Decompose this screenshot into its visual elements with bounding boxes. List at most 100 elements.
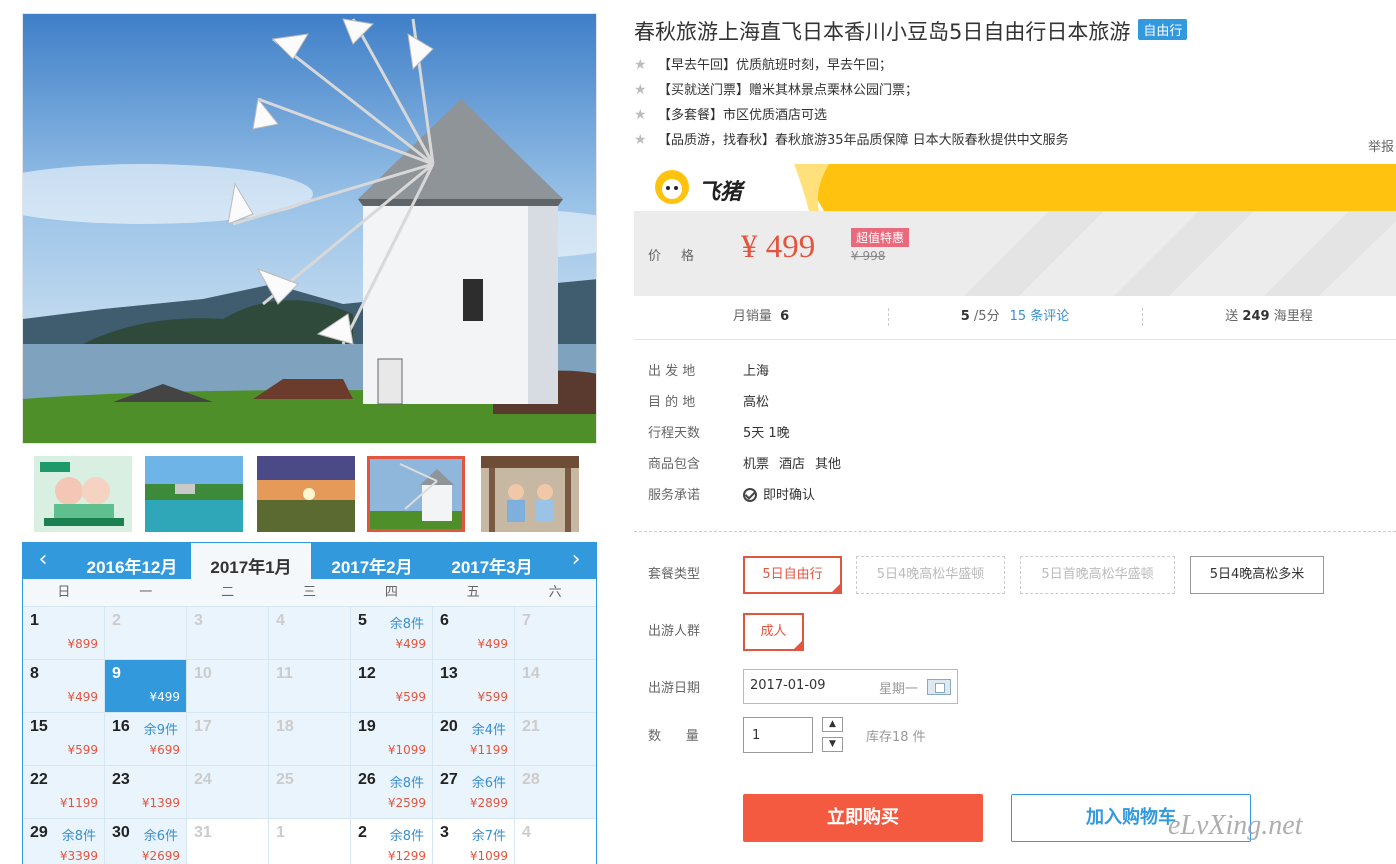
star-icon: ★: [634, 82, 647, 98]
calendar-day[interactable]: 22 ¥1199: [23, 766, 105, 819]
calendar-day: 31: [187, 819, 269, 864]
calendar-day[interactable]: 20 余4件 ¥1199: [433, 713, 515, 766]
includes-label: 商品包含: [648, 457, 701, 472]
calendar-day[interactable]: 16 余9件 ¥699: [105, 713, 187, 766]
calendar-tab-2017-01[interactable]: 2017年1月: [191, 543, 311, 579]
thumbnail-3[interactable]: [257, 456, 355, 532]
thumbnail-4[interactable]: [367, 456, 465, 532]
calendar-day[interactable]: 12 ¥599: [351, 660, 433, 713]
calendar-day[interactable]: 29 余8件 ¥3399: [23, 819, 105, 864]
calendar-day[interactable]: 13 ¥599: [433, 660, 515, 713]
brand-banner-graphic: [655, 164, 1396, 211]
info-row-days: 行程天数 5天 1晚: [648, 422, 841, 453]
calendar-day: 18: [269, 713, 351, 766]
feature-text: 【买就送门票】赠米其林景点栗林公园门票；: [658, 83, 919, 98]
info-row-dest: 目 的 地 高松: [648, 391, 841, 422]
reviews-link[interactable]: 15 条评论: [1010, 309, 1070, 324]
calendar-tab-2017-02[interactable]: 2017年2月: [313, 543, 431, 579]
brand-name: 飞猪: [698, 180, 743, 205]
calendar-day-number: 19: [358, 718, 376, 735]
calendar-tab-2016-12[interactable]: 2016年12月: [73, 543, 191, 579]
calendar-day-price: ¥899: [67, 637, 98, 651]
crowd-option-adult[interactable]: 成人: [743, 613, 804, 651]
calendar-day-price: ¥499: [395, 637, 426, 651]
calendar-day-price: ¥1399: [141, 796, 180, 810]
package-option-3[interactable]: 5日首晚高松华盛顿: [1020, 556, 1175, 594]
calendar-day-number: 8: [30, 665, 39, 682]
miles-reward: 送 249 海里程: [1142, 296, 1396, 339]
quantity-decrease-button[interactable]: ▼: [822, 737, 843, 752]
calendar-day-number: 6: [440, 612, 449, 629]
calendar-day: 11: [269, 660, 351, 713]
calendar-day-price: ¥1199: [469, 743, 508, 757]
calendar-day-number: 16: [112, 718, 130, 735]
calendar-day-selected[interactable]: 9 ¥499: [105, 660, 187, 713]
info-row-service: 服务承诺 即时确认: [648, 484, 841, 515]
calendar-icon[interactable]: [927, 679, 951, 695]
calendar-day-stock: 余8件: [389, 829, 424, 844]
package-option-2[interactable]: 5日4晚高松华盛顿: [856, 556, 1005, 594]
calendar-day[interactable]: 5 余8件 ¥499: [351, 607, 433, 660]
calendar-day[interactable]: 26 余8件 ¥2599: [351, 766, 433, 819]
calendar-day-number: 4: [276, 612, 285, 629]
days-value: 5天 1晚: [743, 426, 790, 441]
calendar-tab-2017-03[interactable]: 2017年3月: [433, 543, 551, 579]
calendar-day-number: 3: [440, 824, 449, 841]
package-option-1[interactable]: 5日自由行: [743, 556, 842, 594]
calendar-day[interactable]: 2 余8件 ¥1299: [351, 819, 433, 864]
calendar-day[interactable]: 6 ¥499: [433, 607, 515, 660]
calendar-day-number: 5: [358, 612, 367, 629]
report-link[interactable]: 举报: [1368, 136, 1394, 155]
thumbnail-1[interactable]: [34, 456, 132, 532]
calendar-day-number: 22: [30, 771, 48, 788]
calendar-day[interactable]: 15 ¥599: [23, 713, 105, 766]
calendar-day-number: 15: [30, 718, 48, 735]
calendar-day: 4: [269, 607, 351, 660]
product-type-badge: 自由行: [1138, 19, 1188, 40]
travel-date-picker[interactable]: 2017-01-09 星期一: [743, 669, 958, 704]
service-value: 即时确认: [743, 488, 815, 503]
calendar-day[interactable]: 8 ¥499: [23, 660, 105, 713]
miles-prefix: 送: [1225, 309, 1239, 324]
package-option-4[interactable]: 5日4晚高松多米: [1190, 556, 1324, 594]
buy-now-button[interactable]: 立即购买: [743, 794, 983, 842]
calendar-day: 17: [187, 713, 269, 766]
thumbnail-2[interactable]: [145, 456, 243, 532]
calendar-day-price: ¥1099: [387, 743, 426, 757]
calendar-day-number: 21: [522, 718, 540, 735]
quantity-increase-button[interactable]: ▲: [822, 717, 843, 732]
calendar-day-number: 11: [276, 665, 293, 682]
calendar-day-stock: 余9件: [143, 723, 178, 738]
calendar-day-number: 14: [522, 665, 540, 682]
calendar-day-price: ¥599: [67, 743, 98, 757]
calendar-day-price: ¥2699: [141, 849, 180, 863]
calendar-day-number: 13: [440, 665, 458, 682]
rating: 5 /5分 15 条评论: [888, 296, 1142, 339]
rating-suffix: /5分: [973, 309, 1000, 324]
calendar-day-price: ¥599: [395, 690, 426, 704]
calendar-day-stock: 余7件: [471, 829, 506, 844]
calendar-day[interactable]: 19 ¥1099: [351, 713, 433, 766]
feature-item: ★ 【买就送门票】赠米其林景点栗林公园门票；: [634, 80, 1374, 105]
calendar-day[interactable]: 30 余6件 ¥2699: [105, 819, 187, 864]
package-type-label: 套餐类型: [648, 567, 701, 582]
calendar-day[interactable]: 23 ¥1399: [105, 766, 187, 819]
main-photo-windmill: [22, 13, 597, 444]
quantity-input[interactable]: [743, 717, 813, 753]
weekday-mon: 一: [139, 585, 153, 600]
calendar-day-number: 1: [30, 612, 39, 629]
calendar-day-price: ¥1199: [59, 796, 98, 810]
watermark: eLvXing.net: [1168, 810, 1303, 841]
calendar-day-number: 24: [194, 771, 212, 788]
star-icon: ★: [634, 107, 647, 123]
calendar-day[interactable]: 1 ¥899: [23, 607, 105, 660]
departure-calendar: ‹ 2016年12月 2017年1月 2017年2月 2017年3月 › 日 一…: [22, 542, 597, 864]
calendar-prev-arrow-icon[interactable]: ‹: [23, 543, 63, 579]
star-icon: ★: [634, 57, 647, 73]
thumbnail-5[interactable]: [481, 456, 579, 532]
calendar-day[interactable]: 27 余6件 ¥2899: [433, 766, 515, 819]
price-label: 价格: [648, 249, 715, 264]
calendar-next-arrow-icon[interactable]: ›: [556, 543, 596, 579]
days-label: 行程天数: [648, 426, 701, 441]
calendar-day[interactable]: 3 余7件 ¥1099: [433, 819, 515, 864]
